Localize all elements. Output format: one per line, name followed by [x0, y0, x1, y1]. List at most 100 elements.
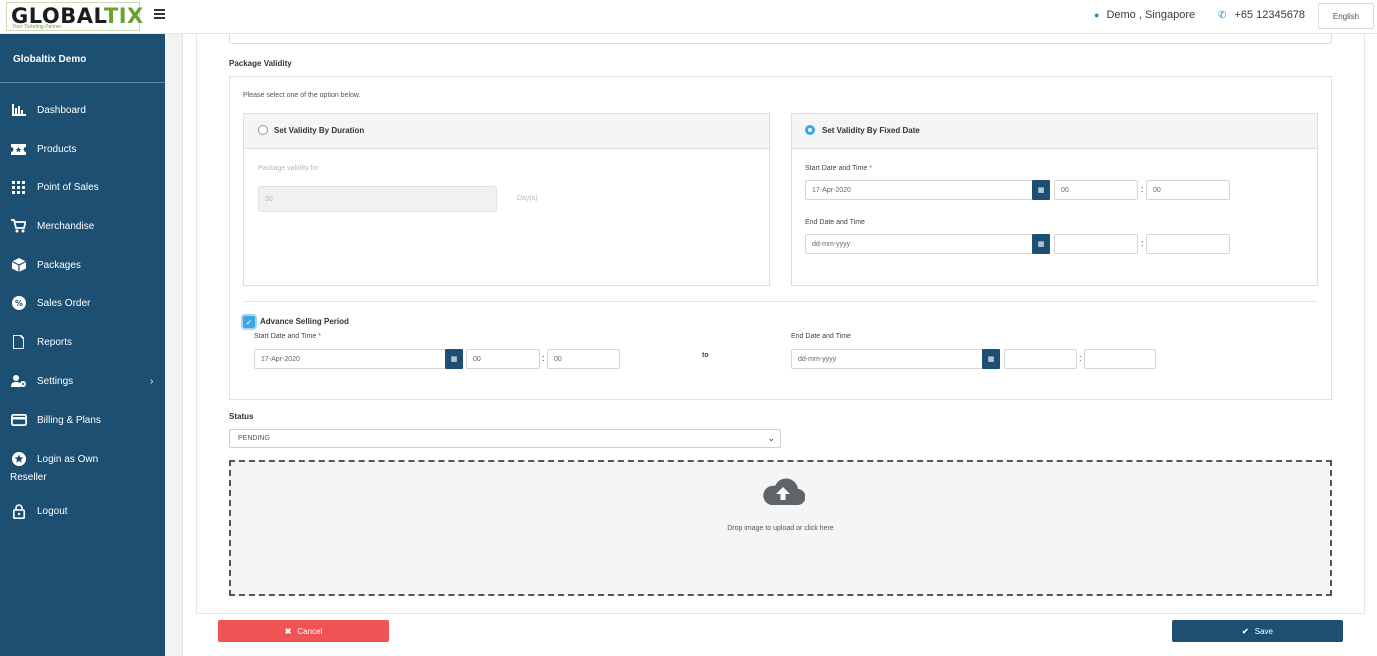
language-select[interactable]: English: [1318, 3, 1374, 29]
sidebar-divider: [0, 82, 165, 83]
calendar-icon[interactable]: ▦: [982, 349, 1000, 369]
advance-start-label: Start Date and Time *: [254, 333, 321, 340]
phone-number: +65 12345678: [1234, 9, 1306, 21]
sidebar-item-products[interactable]: Products: [10, 142, 76, 156]
save-button-label: Save: [1254, 626, 1273, 636]
calendar-icon[interactable]: ▦: [1032, 180, 1050, 200]
sidebar-item-label: Dashboard: [37, 104, 86, 116]
advance-start-minute-input[interactable]: 00: [547, 349, 620, 369]
credit-card-icon: [10, 413, 27, 427]
fixed-end-date-input[interactable]: dd-mm-yyyy: [805, 234, 1033, 254]
previous-field[interactable]: [229, 34, 1332, 44]
sidebar-item-label: Sales Order: [37, 297, 91, 309]
sidebar-item-dashboard[interactable]: Dashboard: [10, 103, 86, 117]
phone-info: ✆ +65 12345678: [1218, 9, 1305, 21]
advance-start-hour-input[interactable]: 00: [466, 349, 540, 369]
menu-toggle-icon[interactable]: [154, 9, 165, 19]
sidebar-item-label: Reports: [37, 336, 73, 348]
grid-icon: [10, 180, 27, 194]
time-separator: :: [1141, 238, 1144, 248]
cart-icon: [10, 219, 27, 233]
time-separator: :: [542, 353, 545, 363]
sidebar-title: Globaltix Demo: [13, 54, 87, 65]
fixed-start-minute-input[interactable]: 00: [1146, 180, 1230, 200]
section-divider: [243, 301, 1318, 302]
fixed-start-label: Start Date and Time *: [805, 165, 872, 172]
bar-chart-icon: [10, 103, 27, 117]
upload-instructions: Drop image to upload or click here: [727, 525, 834, 532]
sidebar-item-settings[interactable]: Settings ›: [10, 374, 165, 388]
user-name: Demo , Singapore: [1106, 9, 1196, 21]
package-validity-label: Package Validity: [229, 59, 292, 68]
cancel-button-label: Cancel: [297, 626, 323, 636]
advance-end-label: End Date and Time: [791, 333, 851, 340]
sidebar-item-label: Packages: [37, 259, 81, 271]
sidebar: Globaltix Demo Dashboard Products Point …: [0, 34, 165, 656]
validity-duration-radio[interactable]: [258, 125, 268, 135]
status-value: PENDING: [238, 435, 270, 442]
sidebar-item-label-continued: Reseller: [10, 472, 47, 483]
image-upload-dropzone[interactable]: Drop image to upload or click here: [229, 460, 1332, 596]
sidebar-item-point-of-sales[interactable]: Point of Sales: [10, 180, 99, 194]
range-to-label: to: [702, 352, 709, 359]
sidebar-item-label: Settings: [37, 375, 74, 387]
sidebar-item-label: Products: [37, 143, 77, 155]
sidebar-item-merchandise[interactable]: Merchandise: [10, 219, 94, 233]
sidebar-item-label: Logout: [37, 505, 68, 517]
sidebar-item-sales-order[interactable]: % Sales Order: [10, 296, 90, 310]
time-separator: :: [1079, 353, 1082, 363]
fixed-end-minute-input[interactable]: [1146, 234, 1230, 254]
status-select[interactable]: PENDING ⌄: [229, 429, 781, 448]
svg-text:%: %: [14, 299, 22, 308]
advance-end-date-input[interactable]: dd-mm-yyyy: [791, 349, 983, 369]
calendar-icon[interactable]: ▦: [445, 349, 463, 369]
content-gutter: [165, 34, 183, 656]
validity-fixed-date-label: Set Validity By Fixed Date: [822, 126, 920, 135]
sidebar-item-billing-plans[interactable]: Billing & Plans: [10, 413, 101, 427]
file-icon: [10, 335, 27, 349]
fixed-end-label: End Date and Time: [805, 219, 865, 226]
ticket-icon: [10, 142, 27, 156]
sidebar-item-login-as-own-reseller[interactable]: Login as Own: [10, 452, 98, 466]
fixed-end-hour-input[interactable]: [1054, 234, 1138, 254]
advance-end-hour-input[interactable]: [1004, 349, 1077, 369]
sidebar-item-logout[interactable]: Logout: [10, 503, 68, 519]
star-circle-icon: [10, 452, 27, 466]
fixed-start-date-input[interactable]: 17-Apr-2020: [805, 180, 1033, 200]
sidebar-item-label: Login as Own: [37, 453, 99, 465]
chevron-right-icon: ›: [150, 375, 154, 387]
check-icon: ✔: [1242, 626, 1249, 636]
sidebar-item-label: Point of Sales: [37, 181, 99, 193]
advance-start-date-input[interactable]: 17-Apr-2020: [254, 349, 446, 369]
sidebar-item-reports[interactable]: Reports: [10, 335, 72, 349]
sidebar-item-label: Merchandise: [37, 220, 95, 232]
package-validity-hint: Please select one of the option below.: [243, 92, 361, 99]
advance-selling-checkbox[interactable]: ✓: [243, 316, 255, 328]
user-info[interactable]: ● Demo , Singapore: [1094, 9, 1195, 21]
cloud-upload-icon: [763, 478, 805, 506]
badge-percent-icon: %: [10, 296, 27, 310]
lock-icon: [10, 503, 27, 519]
chevron-down-icon: ⌄: [767, 433, 775, 443]
validity-duration-field-label: Package validity for: [258, 165, 319, 172]
advance-end-minute-input[interactable]: [1084, 349, 1156, 369]
user-icon: ●: [1094, 10, 1100, 20]
cube-icon: [10, 258, 27, 272]
user-gear-icon: [10, 374, 27, 388]
logo-tagline: Your Ticketing Partner: [12, 24, 62, 30]
validity-fixed-date-radio[interactable]: [805, 125, 815, 135]
validity-duration-label: Set Validity By Duration: [274, 126, 365, 135]
save-button[interactable]: ✔ Save: [1172, 620, 1343, 642]
logo[interactable]: GLOBALTIX Your Ticketing Partner: [6, 2, 143, 31]
phone-icon: ✆: [1218, 9, 1227, 21]
cancel-button[interactable]: ✖ Cancel: [218, 620, 389, 642]
status-label: Status: [229, 412, 254, 421]
top-bar: GLOBALTIX Your Ticketing Partner ● Demo …: [0, 0, 1377, 34]
validity-duration-unit: Day(s): [517, 195, 538, 202]
sidebar-item-label: Billing & Plans: [37, 414, 101, 426]
calendar-icon[interactable]: ▦: [1032, 234, 1050, 254]
fixed-start-hour-input[interactable]: 00: [1054, 180, 1138, 200]
time-separator: :: [1141, 184, 1144, 194]
validity-duration-input[interactable]: 30: [258, 186, 497, 212]
sidebar-item-packages[interactable]: Packages: [10, 258, 81, 272]
